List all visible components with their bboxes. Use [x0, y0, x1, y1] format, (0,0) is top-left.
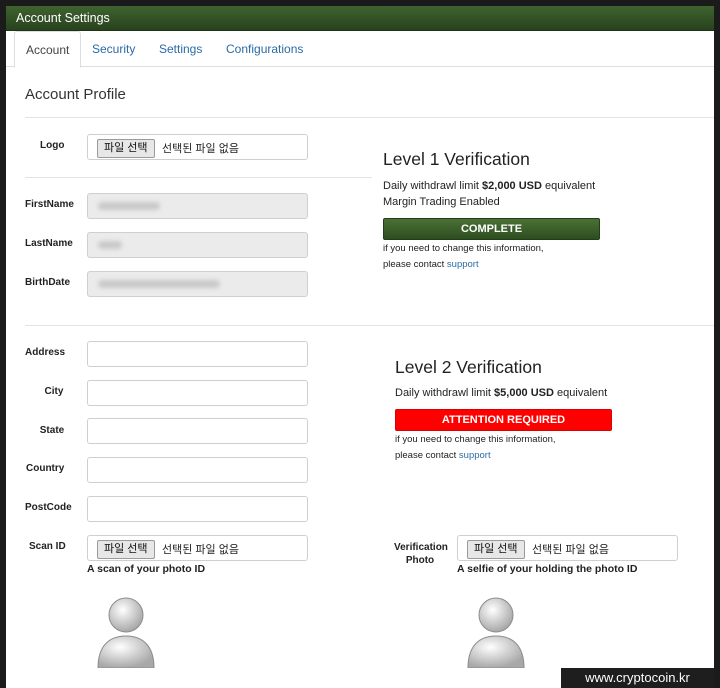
- tab-configurations[interactable]: Configurations: [215, 31, 314, 67]
- verification-photo-choose-file-button[interactable]: 파일 선택: [467, 540, 525, 559]
- postcode-input[interactable]: [87, 496, 308, 522]
- level1-complete-button[interactable]: COMPLETE: [383, 218, 600, 240]
- level1-limit: Daily withdrawl limit $2,000 USD equival…: [383, 180, 596, 192]
- firstname-field: [87, 193, 308, 219]
- scan-id-file-status: 선택된 파일 없음: [162, 544, 239, 556]
- level2-title: Level 2 Verification: [395, 357, 542, 377]
- verification-photo-file-input[interactable]: 파일 선택 선택된 파일 없음: [457, 535, 678, 561]
- divider: [25, 117, 714, 118]
- state-label: State: [39, 425, 65, 436]
- tab-security[interactable]: Security: [81, 31, 146, 67]
- level2-attention-button[interactable]: ATTENTION REQUIRED: [395, 409, 612, 431]
- tab-settings[interactable]: Settings: [148, 31, 213, 67]
- address-input[interactable]: [87, 341, 308, 367]
- city-label: City: [44, 386, 64, 397]
- verification-photo-file-status: 선택된 파일 없음: [532, 544, 609, 556]
- level1-title: Level 1 Verification: [383, 149, 530, 169]
- level2-limit: Daily withdrawl limit $5,000 USD equival…: [395, 387, 608, 399]
- country-label: Country: [26, 463, 65, 474]
- city-input[interactable]: [87, 380, 308, 406]
- postcode-label: PostCode: [25, 502, 72, 513]
- level1-support-link[interactable]: support: [447, 259, 479, 270]
- logo-file-input[interactable]: 파일 선택 선택된 파일 없음: [87, 134, 308, 160]
- scan-id-label: Scan ID: [29, 541, 66, 552]
- tab-account[interactable]: Account: [14, 31, 82, 68]
- firstname-label: FirstName: [25, 199, 74, 210]
- birthdate-label: BirthDate: [25, 277, 71, 288]
- level1-note: if you need to change this information, …: [383, 243, 544, 270]
- scan-id-caption: A scan of your photo ID: [87, 563, 206, 575]
- redacted-value: [98, 280, 220, 288]
- logo-file-status: 선택된 파일 없음: [162, 143, 239, 155]
- divider: [25, 177, 372, 178]
- user-avatar-icon: [467, 597, 525, 668]
- country-input[interactable]: [87, 457, 308, 483]
- level2-note: if you need to change this information, …: [395, 434, 556, 461]
- address-label: Address: [25, 347, 66, 358]
- state-input[interactable]: [87, 418, 308, 444]
- user-avatar-icon: [97, 597, 155, 668]
- logo-label: Logo: [40, 140, 65, 151]
- logo-choose-file-button[interactable]: 파일 선택: [97, 139, 155, 158]
- redacted-value: [98, 202, 160, 210]
- window-titlebar: Account Settings: [6, 6, 714, 31]
- redacted-value: [98, 241, 122, 249]
- level1-margin-trading: Margin Trading Enabled: [383, 196, 500, 208]
- lastname-field: [87, 232, 308, 258]
- divider: [25, 325, 714, 326]
- page-title: Account Profile: [25, 86, 126, 103]
- birthdate-field: [87, 271, 308, 297]
- verification-photo-label: Verification Photo: [394, 542, 448, 566]
- level2-support-link[interactable]: support: [459, 450, 491, 461]
- window-title: Account Settings: [16, 11, 110, 25]
- verification-photo-caption: A selfie of your holding the photo ID: [457, 563, 638, 575]
- tab-bar: Account Security Settings Configurations: [6, 31, 714, 68]
- account-settings-window: Account Settings Account Security Settin…: [6, 6, 714, 688]
- lastname-label: LastName: [25, 238, 73, 249]
- scan-id-file-input[interactable]: 파일 선택 선택된 파일 없음: [87, 535, 308, 561]
- watermark: www.cryptocoin.kr: [561, 668, 714, 688]
- scan-id-choose-file-button[interactable]: 파일 선택: [97, 540, 155, 559]
